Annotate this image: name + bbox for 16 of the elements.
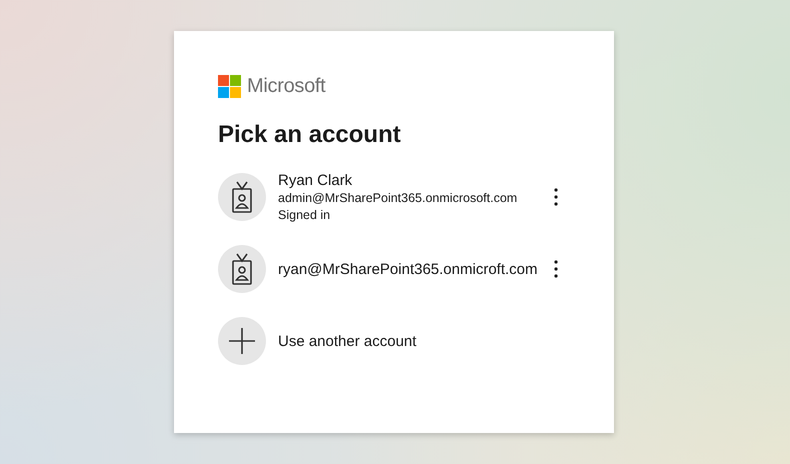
logo-icon (218, 75, 241, 98)
more-icon[interactable] (554, 260, 558, 278)
account-tile[interactable]: Ryan Clark admin@MrSharePoint365.onmicrosoft.com Signed in (218, 161, 570, 233)
account-name: Ryan Clark (278, 170, 352, 190)
more-icon[interactable] (554, 188, 558, 206)
badge-icon (231, 253, 253, 285)
account-tile[interactable]: ryan@MrSharePoint365.onmicroft.com (218, 233, 570, 305)
account-email: admin@MrSharePoint365.onmicrosoft.com (278, 190, 518, 206)
add-account-label: Use another account (278, 332, 416, 350)
plus-icon (229, 328, 255, 354)
page-heading: Pick an account (218, 120, 402, 150)
account-email: ryan@MrSharePoint365.onmicroft.com (278, 260, 538, 278)
badge-icon (231, 181, 253, 213)
account-status: Signed in (278, 206, 330, 224)
logo-text: Microsoft (247, 75, 326, 98)
account-tile[interactable]: Use another account (218, 305, 570, 377)
